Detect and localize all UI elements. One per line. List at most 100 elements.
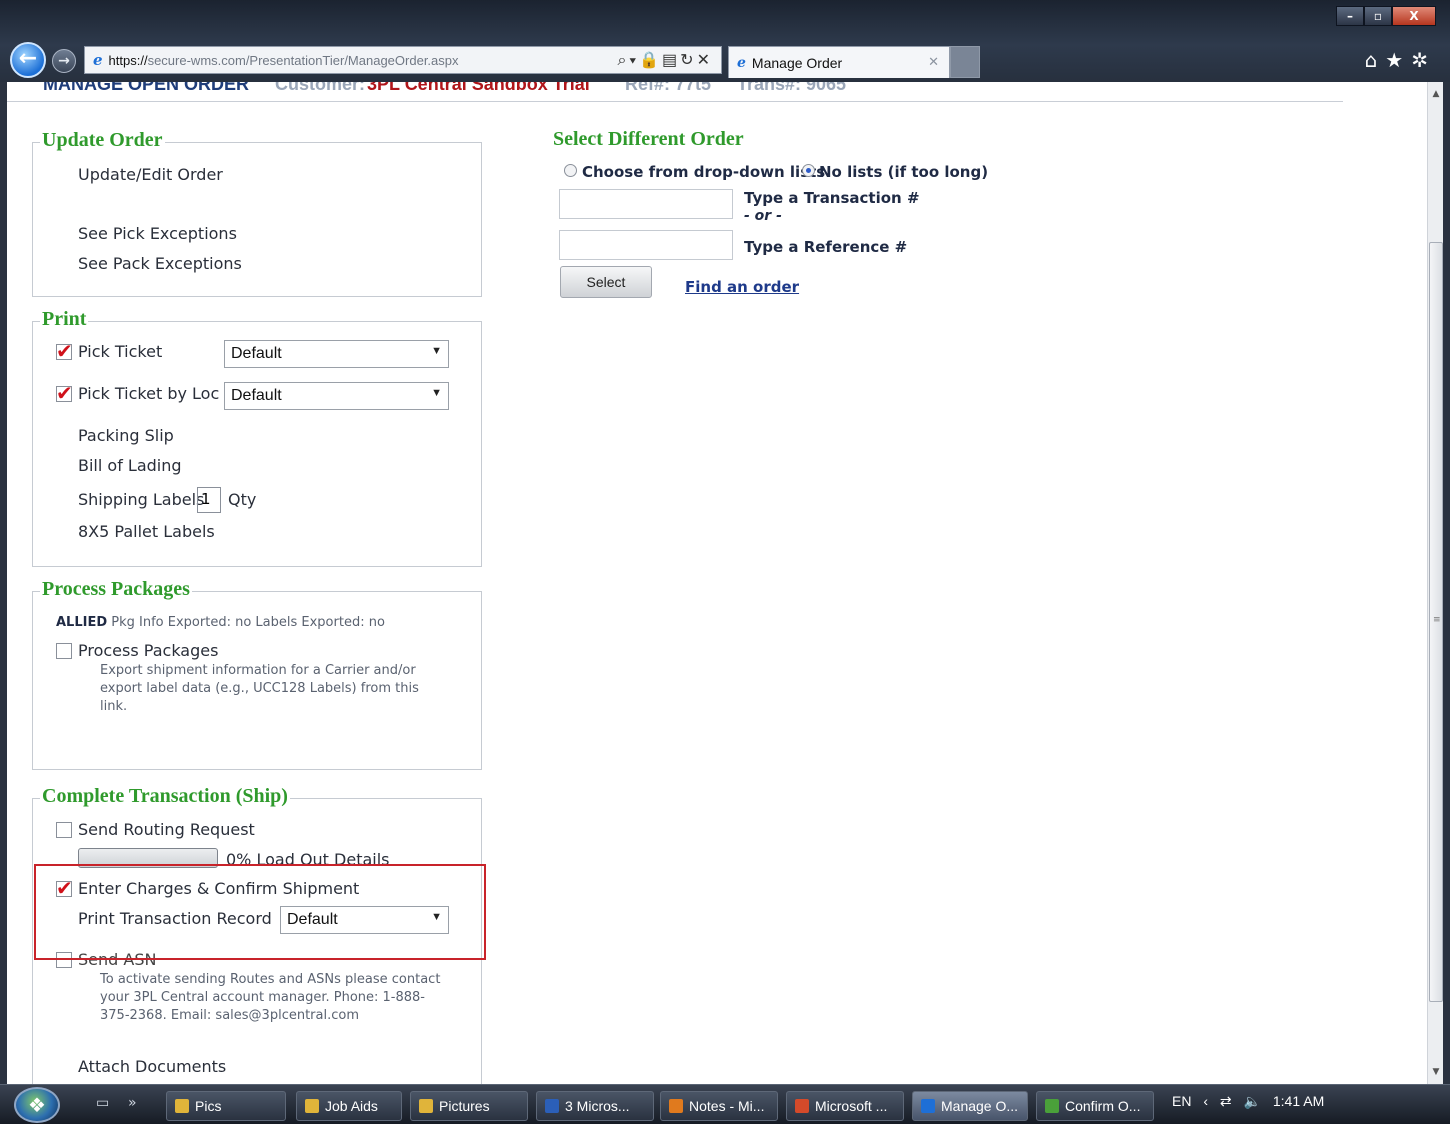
reference-input-label: Type a Reference # [744, 238, 908, 256]
close-window-button[interactable]: X [1392, 6, 1436, 26]
settings-gear-icon[interactable]: ✲ [1411, 48, 1436, 72]
vertical-scrollbar[interactable]: ▲ ≡ ▼ [1427, 82, 1443, 1084]
system-tray: EN ‹ ⇄ 🔈 1:41 AM [1172, 1093, 1332, 1110]
dropdown-arrow-icon: ▼ [431, 345, 442, 357]
attach-documents-link[interactable]: Attach Documents [78, 1057, 226, 1076]
complete-transaction-title: Complete Transaction (Ship) [40, 785, 290, 808]
start-button[interactable]: ❖ [14, 1087, 60, 1123]
taskbar-item[interactable]: Notes - Mi... [660, 1091, 778, 1121]
taskbar-item[interactable]: Manage O... [912, 1091, 1028, 1121]
reference-number-input[interactable] [559, 230, 733, 260]
taskbar-item[interactable]: Pics [166, 1091, 286, 1121]
package-status: ALLIED Pkg Info Exported: no Labels Expo… [56, 614, 385, 632]
find-an-order-link[interactable]: Find an order [685, 278, 799, 296]
window-frame [1443, 82, 1450, 1084]
pick-ticket-loc-checkbox[interactable] [56, 381, 73, 405]
show-desktop-icon[interactable]: ▭ [96, 1095, 109, 1111]
scrollbar-thumb[interactable]: ≡ [1429, 242, 1443, 1002]
see-pack-exceptions-link[interactable]: See Pack Exceptions [78, 254, 242, 273]
see-pick-exceptions-link[interactable]: See Pick Exceptions [78, 224, 237, 243]
taskbar-item[interactable]: Confirm O... [1036, 1091, 1154, 1121]
export-status: Pkg Info Exported: no Labels Exported: n… [111, 615, 385, 630]
url-path: secure-wms.com/PresentationTier/ManageOr… [147, 52, 459, 68]
home-icon[interactable]: ⌂ [1365, 48, 1386, 72]
send-routing-checkbox[interactable] [56, 822, 72, 838]
forward-button[interactable]: → [52, 49, 76, 73]
windows-logo-icon: ❖ [28, 1093, 46, 1117]
print-section: Print Pick Ticket Default ▼ Pick Ticket … [32, 308, 482, 567]
tab-manage-order[interactable]: e Manage Order ✕ [728, 46, 950, 78]
radio-no-lists-label: No lists (if too long) [819, 163, 989, 181]
browser-toolbar-icons: ⌂★✲ [1365, 48, 1436, 72]
network-icon[interactable]: ⇄ [1220, 1093, 1232, 1109]
new-tab-button[interactable] [950, 46, 980, 78]
minimize-button[interactable]: – [1336, 6, 1364, 26]
bill-of-lading-link[interactable]: Bill of Lading [78, 456, 182, 475]
qty-label: Qty [228, 490, 257, 509]
pick-ticket-loc-select[interactable]: Default ▼ [224, 382, 449, 410]
back-button[interactable]: ← [10, 42, 46, 78]
address-tools-icons[interactable]: ⌕▾🔒▤↻✕ [617, 50, 713, 70]
taskbar-item[interactable]: Pictures [410, 1091, 528, 1121]
transaction-number-input[interactable] [559, 189, 733, 219]
language-indicator[interactable]: EN [1172, 1093, 1191, 1109]
pick-ticket-checkbox[interactable] [56, 339, 73, 363]
taskbar-item-label: Notes - Mi... [689, 1098, 765, 1114]
taskbar-item[interactable]: Microsoft ... [786, 1091, 904, 1121]
print-title: Print [40, 308, 89, 331]
maximize-button[interactable]: ▫ [1364, 6, 1392, 26]
red-highlight-box [34, 864, 486, 960]
shipping-labels-qty-input[interactable]: 1 [197, 487, 221, 513]
update-order-section: Update Order Update/Edit Order See Pick … [32, 129, 482, 297]
shipping-labels-link[interactable]: Shipping Labels [78, 490, 204, 509]
radio-dropdown-lists-label: Choose from drop-down lists [582, 163, 826, 181]
pick-ticket-select[interactable]: Default ▼ [224, 340, 449, 368]
taskbar-item[interactable]: 3 Micros... [536, 1091, 654, 1121]
packing-slip-link[interactable]: Packing Slip [78, 426, 174, 445]
send-routing-label: Send Routing Request [78, 820, 255, 839]
taskbar-item-label: Job Aids [325, 1098, 378, 1114]
quick-launch-expand[interactable]: » [128, 1095, 137, 1111]
process-packages-label: Process Packages [78, 641, 219, 660]
radio-no-lists[interactable] [802, 164, 815, 177]
pallet-labels-link[interactable]: 8X5 Pallet Labels [78, 522, 215, 541]
process-packages-checkbox[interactable] [56, 643, 72, 659]
taskbar-item-label: Microsoft ... [815, 1098, 888, 1114]
app-icon [921, 1099, 935, 1113]
or-separator: - or - [744, 208, 782, 224]
pick-ticket-select-value: Default [231, 345, 282, 362]
tab-close-icon[interactable]: ✕ [928, 54, 939, 70]
dropdown-arrow-icon: ▼ [431, 387, 442, 399]
update-edit-order-link[interactable]: Update/Edit Order [78, 165, 223, 184]
page-title: MANAGE OPEN ORDER [43, 82, 250, 94]
favorites-star-icon[interactable]: ★ [1385, 48, 1411, 72]
select-different-order-title: Select Different Order [553, 128, 744, 150]
scroll-down-icon[interactable]: ▼ [1428, 1064, 1444, 1080]
taskbar-item[interactable]: Job Aids [296, 1091, 402, 1121]
reference-number: Ref#: 77t5 [625, 82, 712, 94]
address-bar[interactable]: e https:// secure-wms.com/PresentationTi… [84, 46, 722, 74]
tray-expand-icon[interactable]: ‹ [1203, 1093, 1208, 1109]
asn-contact-note: To activate sending Routes and ASNs plea… [100, 972, 441, 1023]
taskbar-item-label: Manage O... [941, 1098, 1019, 1114]
transaction-input-label: Type a Transaction # [744, 189, 920, 207]
page-content: MANAGE OPEN ORDER Customer: 3PL Central … [7, 82, 1427, 1084]
carrier-name: ALLIED [56, 615, 108, 630]
taskbar-item-label: 3 Micros... [565, 1098, 630, 1114]
grip-icon: ≡ [1433, 615, 1441, 625]
scroll-up-icon[interactable]: ▲ [1428, 86, 1444, 102]
process-packages-description: Export shipment information for a Carrie… [100, 663, 419, 714]
app-icon [795, 1099, 809, 1113]
order-header: MANAGE OPEN ORDER Customer: 3PL Central … [7, 82, 1343, 102]
volume-icon[interactable]: 🔈 [1244, 1093, 1261, 1109]
select-button[interactable]: Select [560, 266, 652, 298]
clock[interactable]: 1:41 AM [1273, 1093, 1324, 1109]
app-icon [545, 1099, 559, 1113]
app-icon [419, 1099, 433, 1113]
taskbar-item-label: Pics [195, 1098, 222, 1114]
radio-dropdown-lists[interactable] [564, 164, 577, 177]
browser-chrome: – ▫ X ← → e https:// secure-wms.com/Pres… [0, 0, 1450, 82]
pick-ticket-label: Pick Ticket [78, 342, 163, 361]
customer-value: 3PL Central Sandbox Trial [367, 82, 590, 94]
window-controls: – ▫ X [1336, 6, 1436, 26]
